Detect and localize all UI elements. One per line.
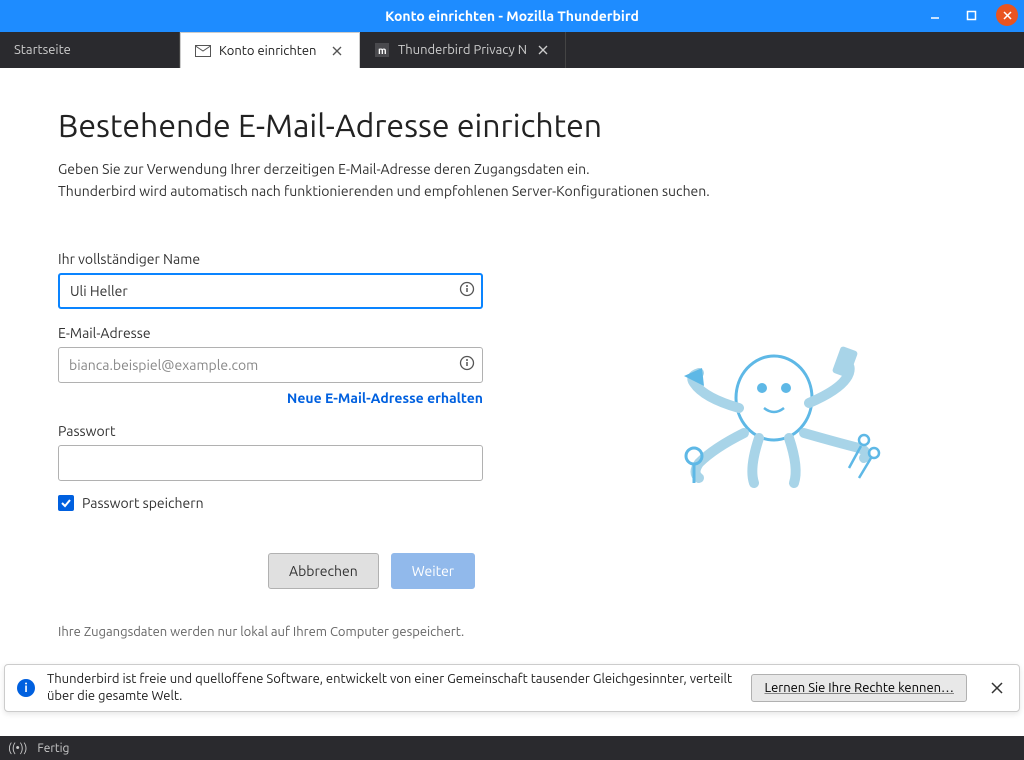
info-icon[interactable] — [459, 281, 475, 301]
close-button[interactable] — [996, 4, 1018, 26]
email-input[interactable] — [58, 347, 483, 383]
name-input[interactable] — [58, 273, 483, 309]
page-title: Bestehende E-Mail-Adresse einrichten — [58, 108, 966, 144]
continue-button[interactable]: Weiter — [391, 553, 475, 589]
main-content: Bestehende E-Mail-Adresse einrichten Geb… — [0, 68, 1024, 736]
notification-close-icon[interactable] — [987, 678, 1007, 698]
name-label: Ihr vollständiger Name — [58, 251, 483, 267]
status-bar: ((•)) Fertig — [0, 736, 1024, 760]
tab-privacy[interactable]: m Thunderbird Privacy N — [360, 32, 566, 68]
svg-text:m: m — [378, 45, 387, 56]
new-email-link[interactable]: Neue E-Mail-Adresse erhalten — [287, 390, 483, 406]
tab-close-icon[interactable] — [329, 43, 345, 59]
tab-konto-einrichten[interactable]: Konto einrichten — [180, 32, 360, 68]
password-label: Passwort — [58, 423, 483, 439]
cancel-button[interactable]: Abbrechen — [268, 553, 379, 589]
email-label: E-Mail-Adresse — [58, 325, 483, 341]
tab-label: Thunderbird Privacy N — [398, 43, 527, 57]
form-buttons: Abbrechen Weiter — [268, 553, 966, 589]
info-icon[interactable] — [459, 355, 475, 375]
password-field-group: Passwort Passwort speichern — [58, 423, 483, 511]
window-titlebar: Konto einrichten - Mozilla Thunderbird — [0, 0, 1024, 32]
mail-settings-icon — [195, 43, 211, 59]
minimize-button[interactable] — [924, 4, 946, 26]
window-title: Konto einrichten - Mozilla Thunderbird — [385, 8, 639, 24]
remember-password-checkbox[interactable] — [58, 495, 74, 511]
notification-bar: i Thunderbird ist freie und quelloffene … — [4, 664, 1020, 712]
notification-text: Thunderbird ist freie und quelloffene So… — [47, 671, 739, 705]
tab-label: Startseite — [14, 43, 71, 57]
tab-close-icon[interactable] — [535, 42, 551, 58]
status-text: Fertig — [37, 742, 69, 755]
maximize-button[interactable] — [960, 4, 982, 26]
page-description: Geben Sie zur Verwendung Ihrer derzeitig… — [58, 158, 966, 203]
learn-rights-button[interactable]: Lernen Sie Ihre Rechte kennen… — [751, 674, 967, 702]
name-field-group: Ihr vollständiger Name — [58, 251, 483, 309]
window-controls — [924, 4, 1018, 26]
tab-startseite[interactable]: Startseite — [0, 32, 180, 68]
remember-password-label: Passwort speichern — [82, 495, 204, 511]
connection-icon: ((•)) — [8, 742, 27, 755]
tab-label: Konto einrichten — [219, 44, 316, 58]
password-input[interactable] — [58, 445, 483, 481]
email-field-group: E-Mail-Adresse Neue E-Mail-Adresse erhal… — [58, 325, 483, 407]
thunderbird-icon: m — [374, 42, 390, 58]
tab-bar: Startseite Konto einrichten m Thunderbir… — [0, 32, 1024, 68]
privacy-note: Ihre Zugangsdaten werden nur lokal auf I… — [58, 623, 478, 643]
octopus-illustration — [664, 328, 884, 498]
info-icon: i — [17, 679, 35, 697]
